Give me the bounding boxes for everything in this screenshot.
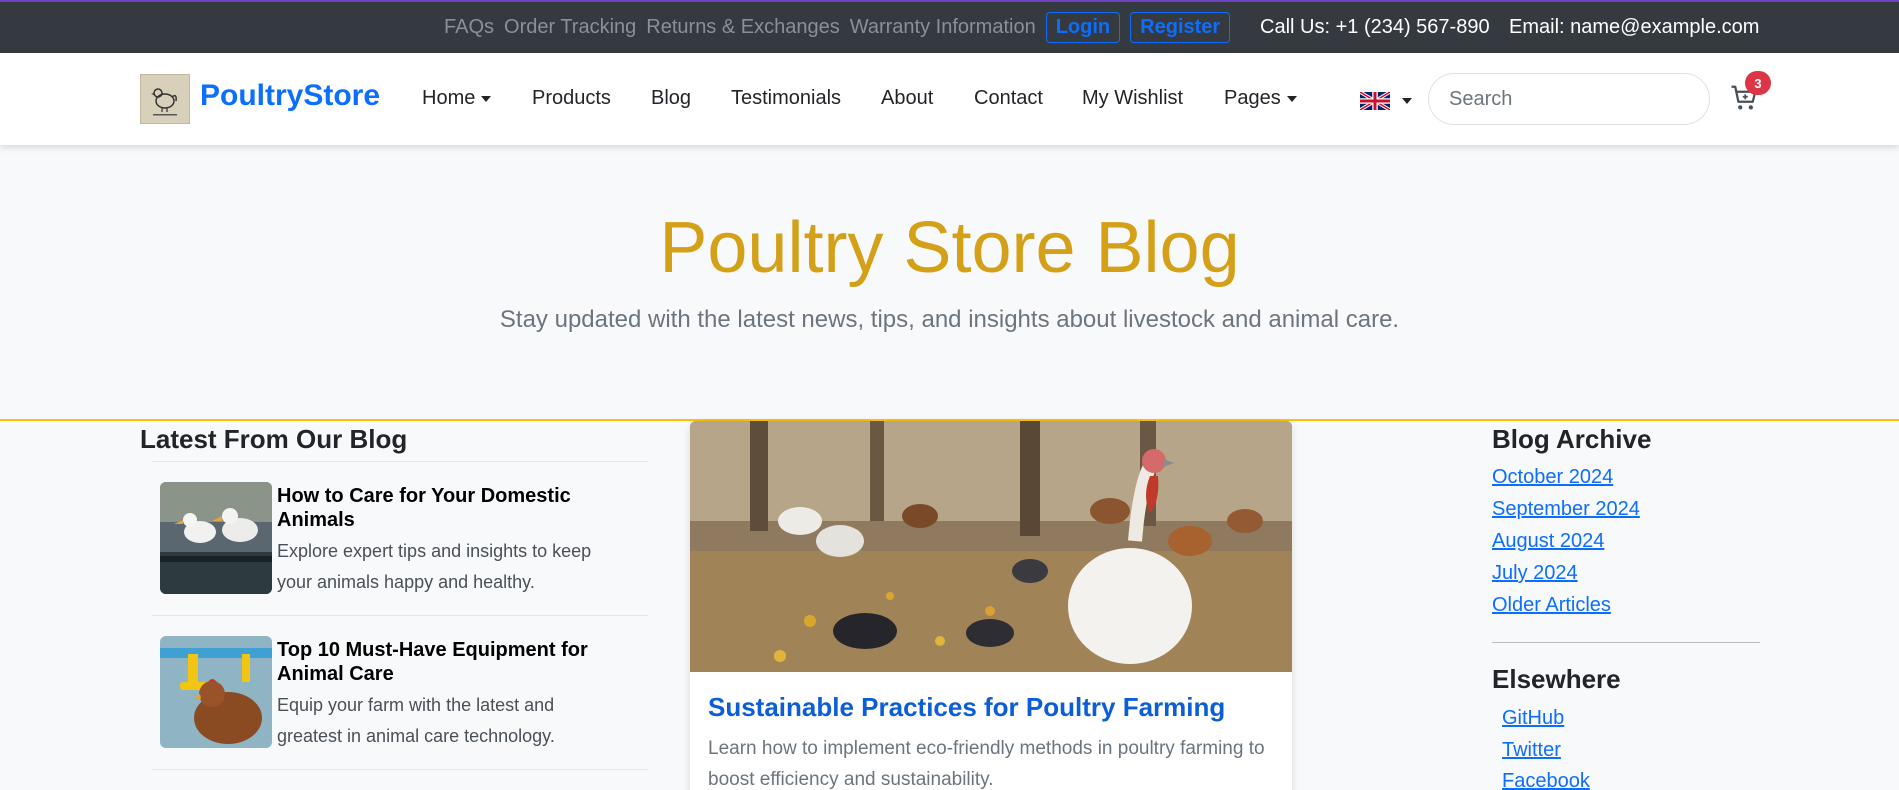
warranty-information-link[interactable]: Warranty Information <box>850 16 1036 39</box>
nav-about[interactable]: About <box>881 87 933 110</box>
archive-link-older-articles[interactable]: Older Articles <box>1492 594 1611 617</box>
ducks-thumbnail-image <box>160 482 272 594</box>
nav-pages-label: Pages <box>1224 87 1281 109</box>
post-description: Equip your farm with the latest and grea… <box>277 695 555 746</box>
archive-link-september-2024[interactable]: September 2024 <box>1492 498 1640 521</box>
chicken-logo-icon <box>151 88 177 116</box>
search-input[interactable] <box>1428 73 1710 125</box>
nav-pages[interactable]: Pages <box>1224 87 1297 110</box>
page-title: Poultry Store Blog <box>659 208 1240 288</box>
nav-home-label: Home <box>422 87 476 109</box>
nav-products[interactable]: Products <box>532 87 611 110</box>
nav-my-wishlist[interactable]: My Wishlist <box>1082 87 1183 110</box>
uk-flag-icon[interactable] <box>1360 92 1390 110</box>
nav-blog-label: Blog <box>651 87 692 109</box>
nav-home[interactable]: Home <box>422 87 492 110</box>
github-link[interactable]: GitHub <box>1502 707 1564 730</box>
brand-name[interactable]: PoultryStore <box>200 79 380 113</box>
faqs-link[interactable]: FAQs <box>444 16 494 39</box>
featured-post-description: Learn how to implement eco-friendly meth… <box>708 738 1265 790</box>
brand-logo[interactable] <box>140 74 190 124</box>
phone-contact: Call Us: +1 (234) 567-890 <box>1260 2 1490 53</box>
nav-products-label: Products <box>532 87 611 109</box>
nav-contact-label: Contact <box>974 87 1043 109</box>
chevron-down-icon <box>481 95 492 102</box>
hen-feeder-thumbnail-image <box>160 636 272 748</box>
nav-blog[interactable]: Blog <box>651 87 691 110</box>
turkey-featured-image[interactable] <box>690 421 1292 672</box>
latest-post-item[interactable]: How to Care for Your Domestic Animals Ex… <box>152 461 648 615</box>
order-tracking-link[interactable]: Order Tracking <box>504 16 636 39</box>
list-divider <box>152 769 648 770</box>
facebook-link[interactable]: Facebook <box>1502 770 1590 790</box>
sidebar-divider <box>1492 642 1760 643</box>
elsewhere-heading: Elsewhere <box>1492 664 1621 694</box>
featured-post-title[interactable]: Sustainable Practices for Poultry Farmin… <box>708 692 1225 723</box>
register-button[interactable]: Register <box>1130 12 1231 43</box>
post-thumbnail-ducks[interactable] <box>160 482 272 594</box>
top-bar: FAQs Order Tracking Returns & Exchanges … <box>0 0 1899 53</box>
email-value: name@example.com <box>1570 16 1760 38</box>
returns-exchanges-link[interactable]: Returns & Exchanges <box>646 16 839 39</box>
chevron-down-icon <box>1286 95 1297 102</box>
archive-link-july-2024[interactable]: July 2024 <box>1492 562 1578 585</box>
twitter-link[interactable]: Twitter <box>1502 739 1561 762</box>
top-bar-links: FAQs Order Tracking Returns & Exchanges … <box>444 2 1240 53</box>
latest-post-item[interactable]: Top 10 Must-Have Equipment for Animal Ca… <box>152 615 648 769</box>
post-title[interactable]: How to Care for Your Domestic Animals <box>277 484 607 532</box>
archive-link-october-2024[interactable]: October 2024 <box>1492 466 1613 489</box>
login-button[interactable]: Login <box>1045 12 1121 43</box>
nav-testimonials-label: Testimonials <box>731 87 842 109</box>
post-thumbnail-equipment[interactable] <box>160 636 272 748</box>
language-chevron-down-icon[interactable] <box>1402 98 1412 104</box>
nav-about-label: About <box>881 87 934 109</box>
email-label: Email: <box>1509 16 1565 38</box>
nav-contact[interactable]: Contact <box>974 87 1043 110</box>
archive-heading: Blog Archive <box>1492 424 1652 454</box>
featured-post-card[interactable]: Sustainable Practices for Poultry Farmin… <box>690 421 1292 790</box>
phone-label: Call Us: <box>1260 16 1331 38</box>
phone-value: +1 (234) 567-890 <box>1335 16 1490 38</box>
cart-count-badge: 3 <box>1745 71 1771 95</box>
latest-heading: Latest From Our Blog <box>140 424 408 454</box>
nav-testimonials[interactable]: Testimonials <box>731 87 841 110</box>
email-contact: Email: name@example.com <box>1509 2 1759 53</box>
page-subtitle: Stay updated with the latest news, tips,… <box>499 306 1400 333</box>
nav-my-wishlist-label: My Wishlist <box>1082 87 1184 109</box>
archive-link-august-2024[interactable]: August 2024 <box>1492 530 1604 553</box>
main-navbar: PoultryStore Home Products Blog Testimon… <box>0 53 1899 145</box>
post-description: Explore expert tips and insights to keep… <box>277 541 592 592</box>
post-title[interactable]: Top 10 Must-Have Equipment for Animal Ca… <box>277 638 607 686</box>
